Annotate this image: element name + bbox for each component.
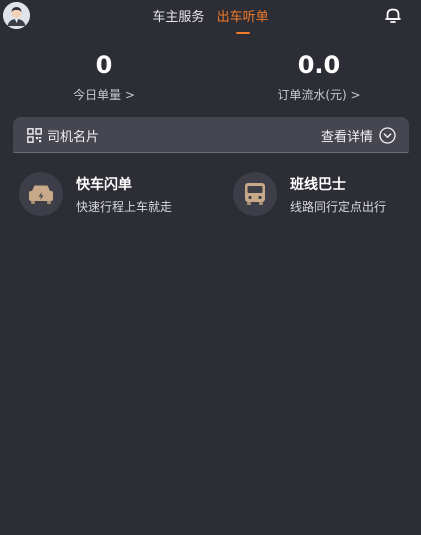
fast-car-subtitle: 快速行程上车就走 bbox=[76, 200, 173, 214]
orders-today-stat[interactable]: 0 今日单量 > bbox=[14, 50, 194, 103]
bus-icon bbox=[233, 172, 277, 216]
fast-car-icon bbox=[19, 172, 63, 216]
view-details-label: 查看详情 bbox=[320, 130, 373, 145]
bus-subtitle: 线路同行定点出行 bbox=[290, 200, 387, 214]
tab-listen-orders[interactable]: 出车听单 bbox=[216, 6, 269, 34]
active-tab-indicator bbox=[235, 32, 250, 34]
bus-title: 班线巴士 bbox=[290, 177, 346, 193]
view-details-button[interactable]: 查看详情 bbox=[321, 126, 396, 145]
tab-owner-service[interactable]: 车主服务 bbox=[152, 6, 204, 25]
order-flow-label: 订单流水(元) > bbox=[277, 88, 361, 102]
orders-today-value: 0 bbox=[95, 51, 113, 79]
order-flow-stat[interactable]: 0.0 订单流水(元) > bbox=[229, 50, 409, 103]
fast-car-service[interactable]: 快车闪单 快速行程上车就走 bbox=[19, 172, 209, 216]
driver-card-bar: 司机名片 查看详情 bbox=[13, 117, 409, 153]
chevron-down-circle-icon bbox=[379, 127, 396, 144]
driver-card-title: 司机名片 bbox=[27, 126, 99, 145]
order-flow-value: 0.0 bbox=[297, 51, 341, 79]
fast-car-title: 快车闪单 bbox=[76, 177, 132, 193]
orders-today-label: 今日单量 > bbox=[73, 88, 135, 102]
header-tabs: 车主服务 出车听单 bbox=[0, 6, 421, 34]
driver-card-label: 司机名片 bbox=[47, 130, 100, 145]
bus-service[interactable]: 班线巴士 线路同行定点出行 bbox=[233, 172, 421, 216]
tab-listen-orders-label: 出车听单 bbox=[216, 10, 269, 25]
top-bar: 车主服务 出车听单 bbox=[0, 0, 421, 34]
bell-icon[interactable] bbox=[384, 6, 402, 24]
qr-code-icon bbox=[27, 128, 42, 143]
